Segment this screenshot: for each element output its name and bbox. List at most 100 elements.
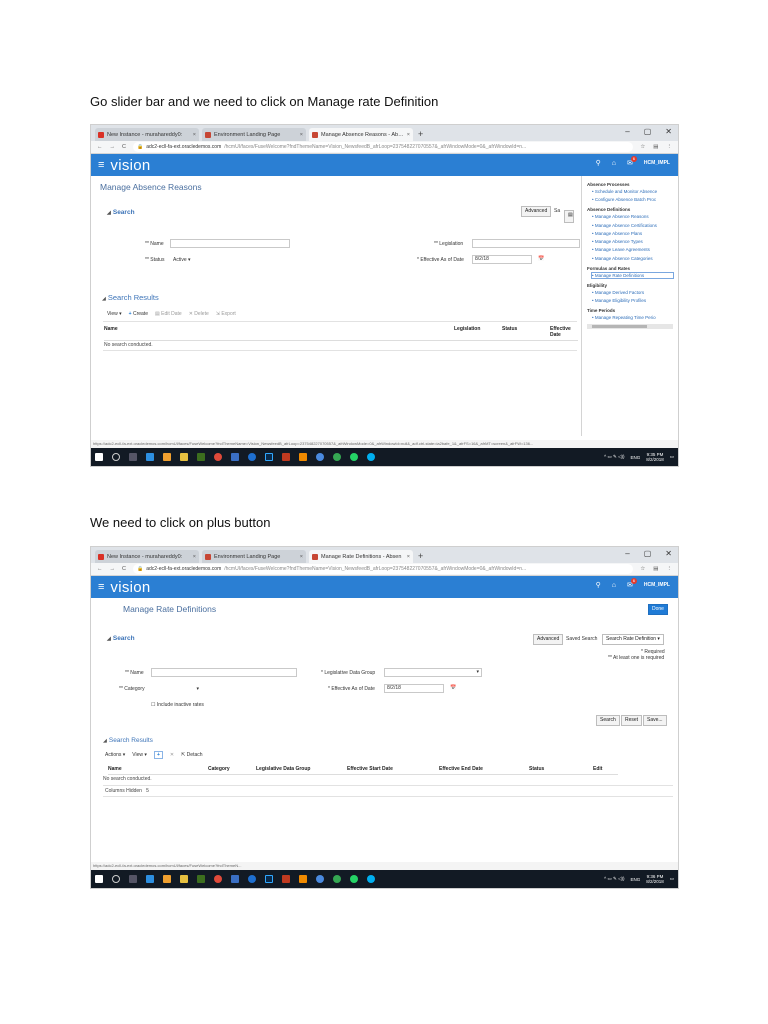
- reload-icon[interactable]: C: [122, 566, 126, 572]
- close-icon[interactable]: ×: [300, 132, 303, 138]
- close-icon[interactable]: ×: [193, 132, 196, 138]
- whatsapp-icon[interactable]: [350, 875, 358, 883]
- clock[interactable]: 9:35 PM 8/2/2018: [646, 452, 664, 462]
- panel-horizontal-scrollbar[interactable]: [587, 324, 673, 330]
- maximize-icon[interactable]: ▢: [644, 549, 652, 558]
- search-icon[interactable]: [112, 875, 120, 883]
- saved-search-select[interactable]: Search Rate Definition ▾: [602, 634, 664, 645]
- column-effective-date[interactable]: Effective Date: [550, 326, 578, 338]
- column-legislation[interactable]: Legislation: [454, 326, 502, 338]
- detach-button[interactable]: ⇱ Detach: [181, 752, 202, 758]
- page-icon[interactable]: ▤: [564, 210, 574, 223]
- hamburger-icon[interactable]: ≡: [98, 581, 104, 593]
- app-icon[interactable]: [231, 453, 239, 461]
- home-icon[interactable]: ⌂: [612, 582, 616, 589]
- files-icon[interactable]: [163, 875, 171, 883]
- user-menu[interactable]: HCM_IMPL: [644, 160, 670, 166]
- edge-icon[interactable]: [248, 875, 256, 883]
- search-section-title[interactable]: ◢ Search: [107, 209, 135, 216]
- column-edit[interactable]: Edit: [593, 766, 618, 772]
- forward-icon[interactable]: →: [110, 566, 116, 572]
- reload-icon[interactable]: C: [122, 144, 126, 150]
- create-button[interactable]: + Create: [129, 311, 148, 317]
- panel-link-absence-plans[interactable]: Manage Absence Plans: [592, 231, 673, 236]
- panel-link-configure-batch[interactable]: Configure Absence Batch Proc: [592, 197, 673, 202]
- results-section-title[interactable]: ◢ Search Results: [103, 737, 153, 744]
- folder-icon[interactable]: [180, 875, 188, 883]
- vision-logo[interactable]: vision: [110, 157, 150, 174]
- windows-start-icon[interactable]: [95, 875, 103, 883]
- browser-tab-landing[interactable]: Environment Landing Page ×: [202, 128, 306, 141]
- effective-date-input[interactable]: 8/2/18: [384, 684, 444, 693]
- dreamweaver-icon[interactable]: [197, 453, 205, 461]
- tray-icons[interactable]: ^ ▭ ✎ ◁)): [604, 454, 624, 460]
- extension-icon[interactable]: ▤: [653, 144, 658, 150]
- vision-logo[interactable]: vision: [110, 579, 150, 596]
- mail-icon[interactable]: [146, 875, 154, 883]
- skype-icon[interactable]: [367, 453, 375, 461]
- calendar-icon[interactable]: 📅: [450, 685, 456, 691]
- folder-icon[interactable]: [180, 453, 188, 461]
- panel-link-derived-factors[interactable]: Manage Derived Factors: [592, 290, 673, 295]
- browser-tab-gmail[interactable]: New Instance - murahareddy0: ×: [95, 550, 199, 563]
- mail-icon[interactable]: [146, 453, 154, 461]
- app-green-icon[interactable]: [333, 875, 341, 883]
- close-icon[interactable]: ×: [193, 554, 196, 560]
- search-icon[interactable]: ⚲: [596, 159, 601, 167]
- column-status[interactable]: Status: [529, 766, 593, 772]
- close-icon[interactable]: ×: [407, 132, 410, 138]
- browser-tab-active[interactable]: Manage Rate Definitions - Absen ×: [309, 550, 413, 563]
- panel-link-eligibility-profiles[interactable]: Manage Eligibility Profiles: [592, 298, 673, 303]
- advanced-button[interactable]: Advanced: [521, 206, 552, 217]
- panel-link-rate-definitions[interactable]: Manage Rate Definitions: [591, 271, 674, 279]
- home-icon[interactable]: ⌂: [612, 160, 616, 167]
- back-icon[interactable]: ←: [97, 144, 103, 150]
- app-icon[interactable]: [231, 875, 239, 883]
- view-menu[interactable]: View ▾: [132, 752, 147, 758]
- column-name[interactable]: Name: [108, 766, 208, 772]
- tray-icons[interactable]: ^ ▭ ✎ ◁)): [604, 876, 624, 882]
- panel-link-schedule-monitor[interactable]: Schedule and Monitor Absence: [592, 189, 673, 194]
- hamburger-icon[interactable]: ≡: [98, 159, 104, 171]
- clock[interactable]: 9:36 PM 8/2/2018: [646, 874, 664, 884]
- chrome-icon[interactable]: [214, 875, 222, 883]
- vlc-icon[interactable]: [299, 875, 307, 883]
- star-icon[interactable]: ☆: [640, 566, 645, 572]
- column-effective-start-date[interactable]: Effective Start Date: [347, 766, 439, 772]
- browser-tab-landing[interactable]: Environment Landing Page ×: [202, 550, 306, 563]
- column-status[interactable]: Status: [502, 326, 550, 338]
- app-green-icon[interactable]: [333, 453, 341, 461]
- menu-dots-icon[interactable]: ⋮: [667, 566, 673, 572]
- results-section-title[interactable]: ◢ Search Results: [102, 293, 159, 302]
- column-effective-end-date[interactable]: Effective End Date: [439, 766, 529, 772]
- back-icon[interactable]: ←: [97, 566, 103, 572]
- delete-button[interactable]: ✕ Delete: [189, 311, 209, 317]
- name-input[interactable]: [170, 239, 290, 248]
- edit-date-button[interactable]: ▤ Edit Date: [155, 311, 182, 317]
- vlc-icon[interactable]: [299, 453, 307, 461]
- browser-tab-gmail[interactable]: New Instance - murahareddy0: ×: [95, 128, 199, 141]
- photoshop-icon[interactable]: [265, 875, 273, 883]
- window-close-icon[interactable]: ✕: [665, 549, 672, 558]
- photoshop-icon[interactable]: [265, 453, 273, 461]
- new-tab-button[interactable]: +: [418, 128, 423, 141]
- url-field[interactable]: 🔒 adc2-ecll-fa-ext.oracledemos.com/hcmUI…: [132, 142, 634, 152]
- new-tab-button[interactable]: +: [418, 550, 423, 563]
- view-menu[interactable]: View ▾: [107, 311, 122, 317]
- close-icon[interactable]: ×: [407, 554, 410, 560]
- status-select[interactable]: Active ▾: [173, 257, 191, 263]
- effective-date-input[interactable]: 8/2/18: [472, 255, 532, 264]
- browser-icon[interactable]: [316, 875, 324, 883]
- name-input[interactable]: [151, 668, 297, 677]
- whatsapp-icon[interactable]: [350, 453, 358, 461]
- star-icon[interactable]: ☆: [640, 144, 645, 150]
- panel-link-absence-certifications[interactable]: Manage Absence Certifications: [592, 223, 673, 228]
- delete-icon[interactable]: ✕: [170, 752, 174, 758]
- ldg-select[interactable]: ▾: [384, 668, 482, 677]
- save-button[interactable]: Save...: [643, 715, 667, 726]
- user-menu[interactable]: HCM_IMPL: [644, 582, 670, 588]
- notifications-icon[interactable]: ✉ 6: [627, 156, 637, 167]
- include-inactive-checkbox[interactable]: ☐ Include inactive rates: [151, 702, 204, 708]
- windows-start-icon[interactable]: [95, 453, 103, 461]
- panel-link-absence-types[interactable]: Manage Absence Types: [592, 239, 673, 244]
